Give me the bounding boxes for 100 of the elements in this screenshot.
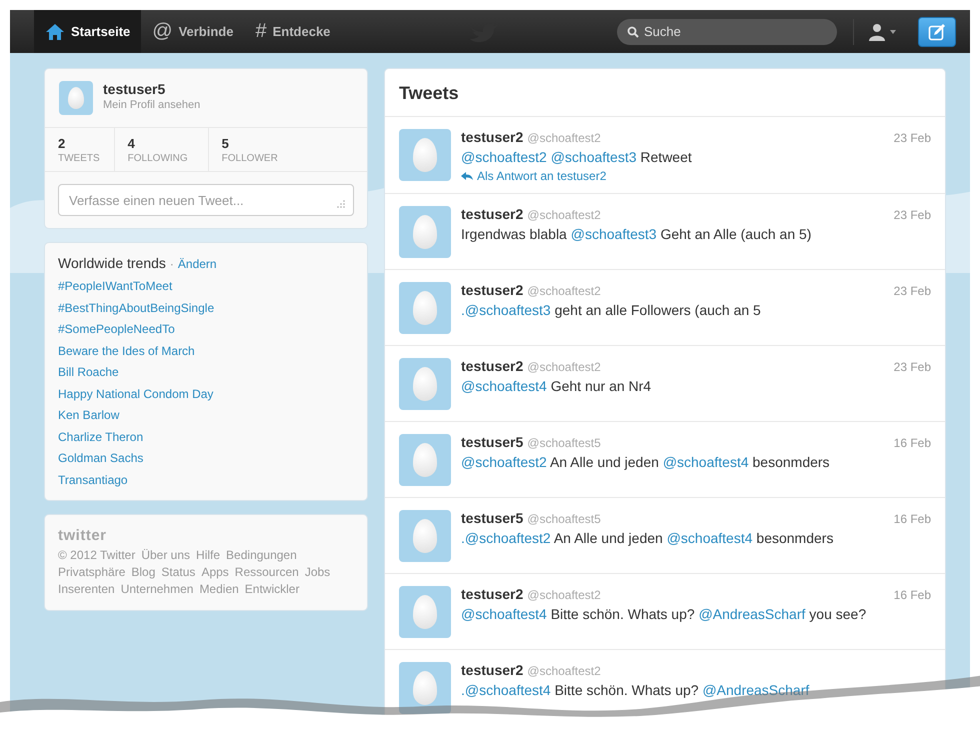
user-handle: @schoaftest2 [527, 131, 601, 145]
mention-link[interactable]: .@schoaftest3 [461, 302, 551, 318]
footer-link[interactable]: Inserenten [58, 582, 115, 596]
avatar[interactable] [399, 434, 451, 486]
user-name[interactable]: testuser2 [461, 282, 524, 298]
footer-link[interactable]: Hilfe [196, 548, 220, 562]
nav-tab[interactable]: @ Verbinde [141, 10, 244, 53]
user-handle: @schoaftest5 [527, 436, 601, 450]
reply-arrow-icon [461, 172, 473, 180]
trend-link[interactable]: #PeopleIWantToMeet [58, 278, 354, 294]
user-handle: @schoaftest5 [527, 512, 601, 526]
footer-link[interactable]: Apps [201, 565, 229, 579]
mention-link[interactable]: @AndreasScharf [702, 682, 810, 698]
mention-link[interactable]: @schoaftest4 [662, 454, 749, 470]
mention-link[interactable]: @schoaftest2 [461, 149, 547, 165]
mention-link[interactable]: @schoaftest4 [666, 530, 753, 546]
trends-title: Worldwide trends [58, 255, 166, 271]
footer-link[interactable]: Blog [131, 565, 156, 579]
user-name[interactable]: testuser2 [461, 358, 524, 374]
avatar[interactable] [399, 129, 451, 181]
tweet-date[interactable]: 23 Feb [894, 131, 931, 145]
footer-link[interactable]: Status [161, 565, 196, 579]
footer-link[interactable]: Entwickler [244, 582, 300, 596]
footer-link[interactable]: Über uns [141, 548, 190, 562]
tweet-date[interactable]: 16 Feb [894, 588, 931, 602]
separator-dot: · [170, 257, 174, 271]
user-handle: @schoaftest2 [527, 208, 601, 222]
tweet-text: @schoaftest2 An Alle und jeden @schoaftest4 besonmders [461, 453, 831, 471]
trend-link[interactable]: Beware the Ides of March [58, 342, 354, 359]
mention-link[interactable]: @schoaftest4 [461, 378, 547, 394]
user-name[interactable]: testuser2 [461, 662, 524, 678]
caret-icon [890, 30, 896, 34]
tweet-date[interactable]: 23 Feb [894, 360, 931, 374]
footer-link[interactable]: Bedingungen [226, 548, 297, 562]
avatar[interactable] [399, 586, 451, 638]
mention-link[interactable]: @schoaftest4 [461, 606, 547, 622]
mention-link[interactable]: @schoaftest3 [570, 226, 657, 242]
avatar[interactable] [399, 282, 451, 334]
footer-link[interactable]: Privatsphäre [58, 565, 126, 579]
home-icon [45, 22, 65, 40]
trend-link[interactable]: Happy National Condom Day [58, 386, 354, 402]
trend-link[interactable]: Charlize Theron [58, 428, 354, 445]
trend-link[interactable]: #BestThingAboutBeingSingle [58, 300, 354, 316]
tweet-date[interactable]: 16 Feb [894, 436, 931, 450]
pen-icon [928, 22, 946, 40]
tweet-text: .@schoaftest3 geht an alle Followers (auch an 5 [461, 301, 762, 319]
stat-link[interactable]: 5 FOLLOWER [208, 128, 292, 171]
resize-grip-icon [337, 200, 345, 208]
change-link[interactable]: Ändern [178, 257, 217, 271]
tweet-date[interactable]: 23 Feb [894, 208, 931, 222]
user-name[interactable]: testuser5 [461, 510, 524, 526]
search-icon [627, 26, 639, 38]
search-field[interactable]: Suche [617, 18, 837, 44]
trend-link[interactable]: Transantiago [58, 472, 354, 488]
tweet-text: @schoaftest2 @schoaftest3 Retweet [461, 148, 693, 166]
user-handle: @schoaftest2 [527, 360, 601, 374]
user-name[interactable]: testuser2 [461, 129, 524, 145]
person-icon [868, 22, 886, 40]
tweet-text: @schoaftest4 Geht nur an Nr4 [461, 377, 652, 395]
trend-link[interactable]: Ken Barlow [58, 407, 354, 424]
avatar[interactable] [399, 206, 451, 258]
tweet-text: .@schoaftest2 An Alle und jeden @schoaftest4 besonmders [461, 529, 834, 547]
tweet-date[interactable]: 16 Feb [894, 512, 931, 526]
nav-tab[interactable]: Startseite [34, 10, 142, 53]
user-handle: @schoaftest2 [527, 588, 601, 602]
mention-link[interactable]: @schoaftest3 [550, 149, 637, 165]
mention-link[interactable]: @AndreasScharf [698, 606, 806, 622]
profile-link[interactable]: Mein Profil ansehen [103, 99, 200, 111]
trend-link[interactable]: #SomePeopleNeedTo [58, 321, 354, 338]
tweet-date[interactable]: 23 Feb [894, 284, 931, 298]
stat-link[interactable]: 4 FOLLOWING [114, 128, 209, 171]
avatar[interactable] [399, 358, 451, 410]
mention-link[interactable]: .@schoaftest4 [461, 682, 551, 698]
user-name[interactable]: testuser2 [461, 586, 524, 602]
user-name[interactable]: testuser5 [461, 434, 524, 450]
avatar[interactable] [399, 510, 451, 562]
user-name[interactable]: testuser2 [461, 206, 524, 222]
avatar[interactable] [399, 662, 451, 714]
nav-tab[interactable]: # Entdecke [244, 10, 342, 53]
profile-name: testuser5 [103, 81, 166, 97]
footer-link[interactable]: Unternehmen [120, 582, 194, 596]
tweet-text: @schoaftest4 Bitte schön. Whats up? @AndreasScharf you see? [461, 605, 868, 623]
user-handle: @schoaftest2 [527, 284, 601, 298]
tweet-input-field[interactable]: Verfasse einen neuen Tweet... [58, 184, 354, 216]
trend-link[interactable]: Bill Roache [58, 364, 354, 380]
reply-context-link[interactable]: Als Antwort an testuser2 [461, 169, 931, 183]
avatar[interactable] [59, 81, 93, 115]
mention-link[interactable]: .@schoaftest2 [461, 530, 551, 546]
footer-link[interactable]: Ressourcen [234, 565, 299, 579]
twitter-logo: twitter [58, 527, 108, 544]
trend-link[interactable]: Goldman Sachs [58, 450, 354, 466]
user-handle: @schoaftest2 [527, 664, 601, 678]
footer-link[interactable]: Medien [199, 582, 239, 596]
tweet-text: Irgendwas blabla @schoaftest3 Geht an Alle (auch an 5) [461, 225, 812, 243]
footer-link[interactable]: © 2012 Twitter [58, 548, 136, 562]
footer-link[interactable]: Jobs [304, 565, 330, 579]
stat-link[interactable]: 2 TWEETS [45, 128, 115, 171]
tweets-heading: Tweets [385, 69, 945, 117]
mention-link[interactable]: @schoaftest2 [461, 454, 547, 470]
compose-button[interactable] [918, 16, 956, 46]
